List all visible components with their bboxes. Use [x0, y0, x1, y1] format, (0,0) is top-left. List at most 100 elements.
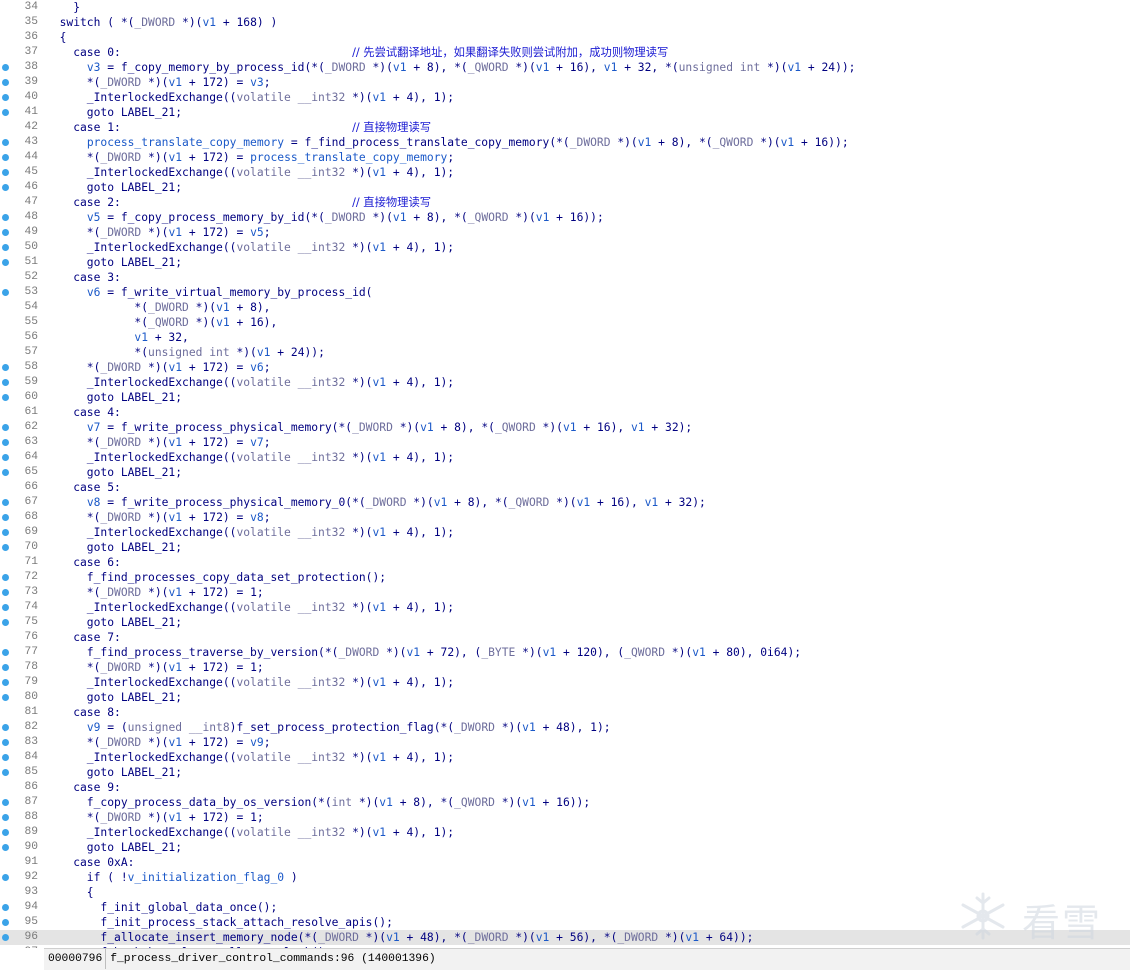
code-line[interactable]: 59 _InterlockedExchange((volatile __int3… [0, 375, 1130, 390]
code-text[interactable]: f_find_processes_copy_data_set_protectio… [46, 570, 386, 585]
code-text[interactable]: goto LABEL_21; [46, 615, 182, 630]
code-line[interactable]: 43 process_translate_copy_memory = f_fin… [0, 135, 1130, 150]
code-line[interactable]: 68 *(_DWORD *)(v1 + 172) = v8; [0, 510, 1130, 525]
code-text[interactable]: _InterlockedExchange((volatile __int32 *… [46, 750, 454, 765]
code-text[interactable]: f_copy_process_data_by_os_version(*(int … [46, 795, 590, 810]
code-text[interactable]: *(_DWORD *)(v1 + 172) = v3; [46, 75, 271, 90]
code-text[interactable]: *(_DWORD *)(v1 + 172) = process_translat… [46, 150, 454, 165]
code-text[interactable]: goto LABEL_21; [46, 390, 182, 405]
code-line[interactable]: 52 case 3: [0, 270, 1130, 285]
code-text[interactable]: v9 = (unsigned __int8)f_set_process_prot… [46, 720, 611, 735]
code-text[interactable]: switch ( *(_DWORD *)(v1 + 168) ) [46, 15, 278, 30]
code-line[interactable]: 62 v7 = f_write_process_physical_memory(… [0, 420, 1130, 435]
code-line[interactable]: 39 *(_DWORD *)(v1 + 172) = v3; [0, 75, 1130, 90]
code-line[interactable]: 83 *(_DWORD *)(v1 + 172) = v9; [0, 735, 1130, 750]
code-text[interactable]: _InterlockedExchange((volatile __int32 *… [46, 375, 454, 390]
code-line[interactable]: 77 f_find_process_traverse_by_version(*(… [0, 645, 1130, 660]
code-line[interactable]: 78 *(_DWORD *)(v1 + 172) = 1; [0, 660, 1130, 675]
code-line[interactable]: 87 f_copy_process_data_by_os_version(*(i… [0, 795, 1130, 810]
code-text[interactable]: v6 = f_write_virtual_memory_by_process_i… [46, 285, 373, 300]
code-line[interactable]: 47 case 2: // 直接物理读写 [0, 195, 1130, 210]
code-text[interactable]: f_find_process_traverse_by_version(*(_DW… [46, 645, 801, 660]
code-text[interactable]: { [46, 30, 67, 45]
code-line[interactable]: 46 goto LABEL_21; [0, 180, 1130, 195]
code-line[interactable]: 74 _InterlockedExchange((volatile __int3… [0, 600, 1130, 615]
code-line[interactable]: 63 *(_DWORD *)(v1 + 172) = v7; [0, 435, 1130, 450]
code-line[interactable]: 76 case 7: [0, 630, 1130, 645]
code-line[interactable]: 61 case 4: [0, 405, 1130, 420]
code-line[interactable]: 71 case 6: [0, 555, 1130, 570]
code-text[interactable]: _InterlockedExchange((volatile __int32 *… [46, 450, 454, 465]
code-line[interactable]: 41 goto LABEL_21; [0, 105, 1130, 120]
code-text[interactable]: goto LABEL_21; [46, 540, 182, 555]
code-line[interactable]: 95 f_init_process_stack_attach_resolve_a… [0, 915, 1130, 930]
code-text[interactable]: *(_DWORD *)(v1 + 172) = v7; [46, 435, 271, 450]
code-line[interactable]: 34 } [0, 0, 1130, 15]
code-text[interactable]: *(_DWORD *)(v1 + 172) = v5; [46, 225, 271, 240]
code-text[interactable]: case 2: // 直接物理读写 [46, 195, 431, 210]
code-line[interactable]: 35 switch ( *(_DWORD *)(v1 + 168) ) [0, 15, 1130, 30]
pseudocode-view[interactable]: 34 } 35 switch ( *(_DWORD *)(v1 + 168) ) 3… [0, 0, 1130, 948]
code-line[interactable]: 80 goto LABEL_21; [0, 690, 1130, 705]
code-text[interactable]: if ( !v_initialization_flag_0 ) [46, 870, 298, 885]
code-line[interactable]: 84 _InterlockedExchange((volatile __int3… [0, 750, 1130, 765]
code-text[interactable]: } [46, 0, 80, 15]
code-line[interactable]: 86 case 9: [0, 780, 1130, 795]
code-line[interactable]: 88 *(_DWORD *)(v1 + 172) = 1; [0, 810, 1130, 825]
code-line[interactable]: 67 v8 = f_write_process_physical_memory_… [0, 495, 1130, 510]
code-line[interactable]: 37 case 0: // 先尝试翻译地址，如果翻译失败则尝试附加，成功则物理读… [0, 45, 1130, 60]
code-text[interactable]: *(_QWORD *)(v1 + 16), [46, 315, 277, 330]
code-line[interactable]: 57 *(unsigned int *)(v1 + 24)); [0, 345, 1130, 360]
code-line[interactable]: 48 v5 = f_copy_process_memory_by_id(*(_D… [0, 210, 1130, 225]
code-text[interactable]: { [46, 885, 94, 900]
code-text[interactable]: _InterlockedExchange((volatile __int32 *… [46, 525, 454, 540]
code-text[interactable]: case 9: [46, 780, 121, 795]
code-line[interactable]: 50 _InterlockedExchange((volatile __int3… [0, 240, 1130, 255]
code-line[interactable]: 53 v6 = f_write_virtual_memory_by_proces… [0, 285, 1130, 300]
code-text[interactable]: *(_DWORD *)(v1 + 172) = v6; [46, 360, 271, 375]
code-text[interactable]: process_translate_copy_memory = f_find_p… [46, 135, 849, 150]
code-line[interactable]: 66 case 5: [0, 480, 1130, 495]
code-text[interactable]: f_allocate_insert_memory_node(*(_DWORD *… [46, 930, 753, 945]
code-line[interactable]: 56 v1 + 32, [0, 330, 1130, 345]
code-text[interactable]: goto LABEL_21; [46, 465, 182, 480]
code-line[interactable]: 75 goto LABEL_21; [0, 615, 1130, 630]
code-text[interactable]: *(unsigned int *)(v1 + 24)); [46, 345, 325, 360]
code-line[interactable]: 79 _InterlockedExchange((volatile __int3… [0, 675, 1130, 690]
code-line[interactable]: 89 _InterlockedExchange((volatile __int3… [0, 825, 1130, 840]
code-text[interactable]: v8 = f_write_process_physical_memory_0(*… [46, 495, 706, 510]
code-text[interactable]: f_init_global_data_once(); [46, 900, 277, 915]
code-text[interactable]: _InterlockedExchange((volatile __int32 *… [46, 90, 454, 105]
code-line[interactable]: 54 *(_DWORD *)(v1 + 8), [0, 300, 1130, 315]
code-line[interactable]: 69 _InterlockedExchange((volatile __int3… [0, 525, 1130, 540]
code-text[interactable]: goto LABEL_21; [46, 255, 182, 270]
code-line[interactable]: 51 goto LABEL_21; [0, 255, 1130, 270]
code-text[interactable]: case 7: [46, 630, 121, 645]
code-line[interactable]: 44 *(_DWORD *)(v1 + 172) = process_trans… [0, 150, 1130, 165]
code-text[interactable]: *(_DWORD *)(v1 + 8), [46, 300, 270, 315]
code-text[interactable]: goto LABEL_21; [46, 765, 182, 780]
code-line[interactable]: 38 v3 = f_copy_memory_by_process_id(*(_D… [0, 60, 1130, 75]
code-text[interactable]: _InterlockedExchange((volatile __int32 *… [46, 600, 454, 615]
code-text[interactable]: _InterlockedExchange((volatile __int32 *… [46, 825, 454, 840]
code-text[interactable]: case 4: [46, 405, 121, 420]
code-text[interactable]: case 1: // 直接物理读写 [46, 120, 431, 135]
code-text[interactable]: v7 = f_write_process_physical_memory(*(_… [46, 420, 692, 435]
code-line[interactable]: 96 f_allocate_insert_memory_node(*(_DWOR… [0, 930, 1130, 945]
code-line[interactable]: 60 goto LABEL_21; [0, 390, 1130, 405]
code-line[interactable]: 90 goto LABEL_21; [0, 840, 1130, 855]
code-text[interactable]: f_init_process_stack_attach_resolve_apis… [46, 915, 392, 930]
code-text[interactable]: *(_DWORD *)(v1 + 172) = 1; [46, 585, 264, 600]
code-text[interactable]: *(_DWORD *)(v1 + 172) = 1; [46, 810, 264, 825]
code-line[interactable]: 58 *(_DWORD *)(v1 + 172) = v6; [0, 360, 1130, 375]
code-line[interactable]: 73 *(_DWORD *)(v1 + 172) = 1; [0, 585, 1130, 600]
code-line[interactable]: 72 f_find_processes_copy_data_set_protec… [0, 570, 1130, 585]
code-line[interactable]: 49 *(_DWORD *)(v1 + 172) = v5; [0, 225, 1130, 240]
code-line[interactable]: 91 case 0xA: [0, 855, 1130, 870]
code-text[interactable]: goto LABEL_21; [46, 105, 182, 120]
code-line[interactable]: 65 goto LABEL_21; [0, 465, 1130, 480]
code-text[interactable]: _InterlockedExchange((volatile __int32 *… [46, 675, 454, 690]
code-text[interactable]: goto LABEL_21; [46, 180, 182, 195]
code-text[interactable]: case 3: [46, 270, 121, 285]
code-line[interactable]: 40 _InterlockedExchange((volatile __int3… [0, 90, 1130, 105]
